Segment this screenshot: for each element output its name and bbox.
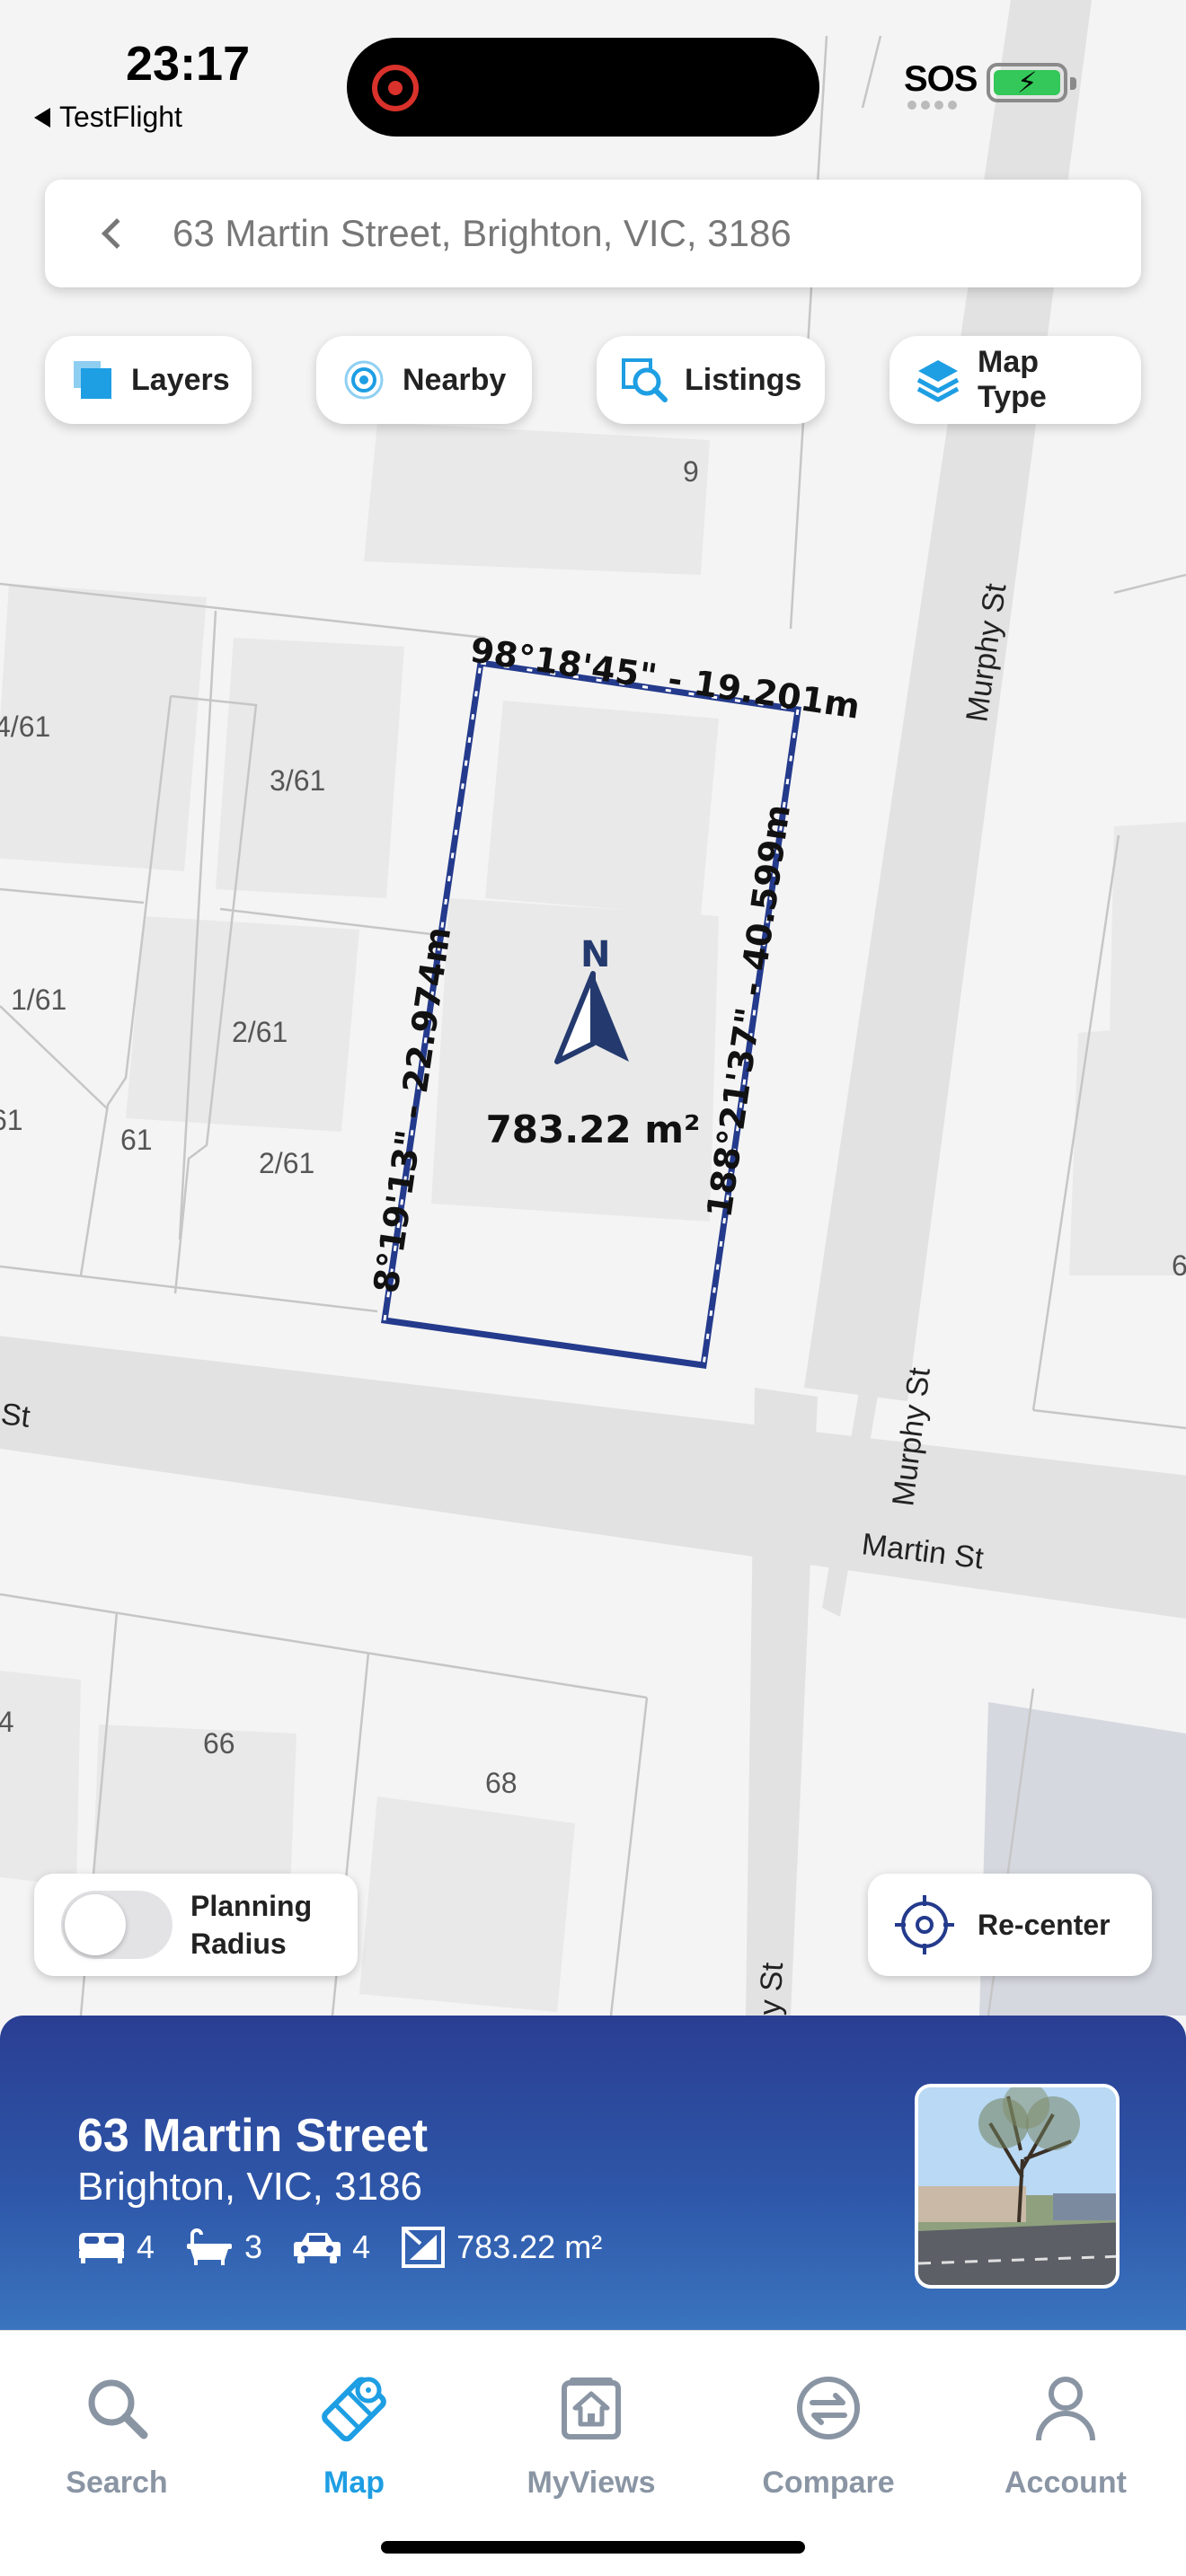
property-title: 63 Martin Street xyxy=(77,2110,429,2162)
street-view-thumbnail[interactable] xyxy=(915,2084,1120,2289)
planning-radius-label: Planning Radius xyxy=(190,1887,312,1963)
back-app-label: TestFlight xyxy=(59,101,182,133)
tab-myviews-label: MyViews xyxy=(527,2466,656,2500)
bathtub-icon xyxy=(187,2228,233,2265)
compare-arrows-icon xyxy=(797,2377,860,2439)
chevron-left-icon[interactable] xyxy=(102,218,132,249)
bed-icon xyxy=(79,2233,124,2263)
address-search-value[interactable]: 63 Martin Street, Brighton, VIC, 3186 xyxy=(173,212,792,255)
north-label: N xyxy=(580,934,610,975)
lot-label: 2/61 xyxy=(259,1147,314,1179)
bottom-tab-bar: Search Map MyViews Compare Account xyxy=(0,2330,1186,2576)
planning-radius-line1: Planning xyxy=(190,1890,313,1922)
search-icon xyxy=(88,2379,148,2439)
tab-compare[interactable]: Compare xyxy=(739,2372,918,2501)
status-time: 23:17 xyxy=(126,37,251,91)
battery-charging-icon: ⚡ xyxy=(987,63,1076,102)
lot-label: 64 xyxy=(0,1706,14,1738)
car-spaces-stat: 4 xyxy=(293,2228,370,2266)
tab-map[interactable]: Map xyxy=(264,2372,444,2501)
tab-account-label: Account xyxy=(1005,2466,1127,2500)
screen-record-icon xyxy=(372,65,419,111)
signal-dots-icon xyxy=(907,101,957,110)
lot-label: 1/61 xyxy=(11,984,66,1016)
planning-radius-line2: Radius xyxy=(190,1928,287,1960)
lot-label: 2/61 xyxy=(232,1016,288,1048)
land-size-icon xyxy=(402,2227,446,2268)
back-triangle-icon xyxy=(34,107,50,128)
map-type-icon xyxy=(916,360,960,402)
car-icon xyxy=(294,2233,341,2263)
parcel-area-label: 783.22 m² xyxy=(486,1107,701,1151)
address-search-bar[interactable]: 63 Martin Street, Brighton, VIC, 3186 xyxy=(45,180,1141,287)
layers-icon xyxy=(74,361,111,399)
listings-search-icon xyxy=(622,358,668,402)
map-type-label: Map Type xyxy=(978,345,1047,414)
lot-label: 3/61 xyxy=(270,764,325,797)
sos-indicator: SOS xyxy=(904,59,978,99)
bathrooms-stat: 3 xyxy=(185,2228,262,2267)
map-type-button[interactable]: Map Type xyxy=(890,336,1141,424)
recenter-label: Re-center xyxy=(978,1908,1111,1941)
crosshair-icon xyxy=(895,1895,954,1954)
tab-compare-label: Compare xyxy=(762,2466,895,2500)
listings-button[interactable]: Listings xyxy=(597,336,825,424)
nearby-label: Nearby xyxy=(403,362,507,397)
property-subtitle: Brighton, VIC, 3186 xyxy=(77,2165,423,2209)
street-label-martin: St xyxy=(0,1397,32,1434)
bedrooms-count: 4 xyxy=(137,2228,155,2265)
lot-label: 68 xyxy=(485,1767,518,1799)
property-summary-card[interactable]: 63 Martin Street Brighton, VIC, 3186 4 3 xyxy=(0,2016,1186,2330)
nearby-button[interactable]: Nearby xyxy=(316,336,532,424)
lot-label: 6 xyxy=(1172,1249,1186,1282)
listings-label: Listings xyxy=(685,362,802,397)
lot-label: 61 xyxy=(120,1124,153,1156)
street-view-image xyxy=(918,2087,1116,2285)
planning-radius-control[interactable]: Planning Radius xyxy=(34,1874,358,1976)
layers-button[interactable]: Layers xyxy=(45,336,252,424)
tab-account[interactable]: Account xyxy=(976,2372,1155,2501)
home-indicator[interactable] xyxy=(381,2541,805,2554)
planning-radius-toggle[interactable] xyxy=(61,1891,173,1959)
user-icon xyxy=(1036,2377,1095,2441)
lot-label: 66 xyxy=(203,1727,235,1760)
tab-search-label: Search xyxy=(66,2466,168,2500)
land-size-value: 783.22 m² xyxy=(456,2228,603,2265)
bathrooms-count: 3 xyxy=(244,2228,263,2265)
back-to-app-link[interactable]: TestFlight xyxy=(34,101,182,134)
tab-search[interactable]: Search xyxy=(27,2372,207,2501)
map-pin-icon xyxy=(322,2377,386,2442)
lot-label: 61 xyxy=(0,1104,23,1136)
land-size-stat: 783.22 m² xyxy=(401,2226,602,2269)
car-spaces-count: 4 xyxy=(352,2228,371,2265)
tab-map-label: Map xyxy=(323,2466,385,2500)
recenter-button[interactable]: Re-center xyxy=(868,1874,1152,1976)
layers-label: Layers xyxy=(131,362,230,397)
lot-label: 9 xyxy=(683,455,699,488)
lot-label: 4/61 xyxy=(0,710,50,743)
street-label-murphy: y St xyxy=(753,1961,790,2016)
bedrooms-stat: 4 xyxy=(77,2228,155,2266)
nearby-icon xyxy=(344,360,384,400)
tab-myviews[interactable]: MyViews xyxy=(501,2372,681,2501)
saved-home-icon xyxy=(562,2378,621,2439)
dynamic-island xyxy=(347,38,819,137)
property-stats: 4 3 4 783.22 m² xyxy=(77,2226,633,2269)
